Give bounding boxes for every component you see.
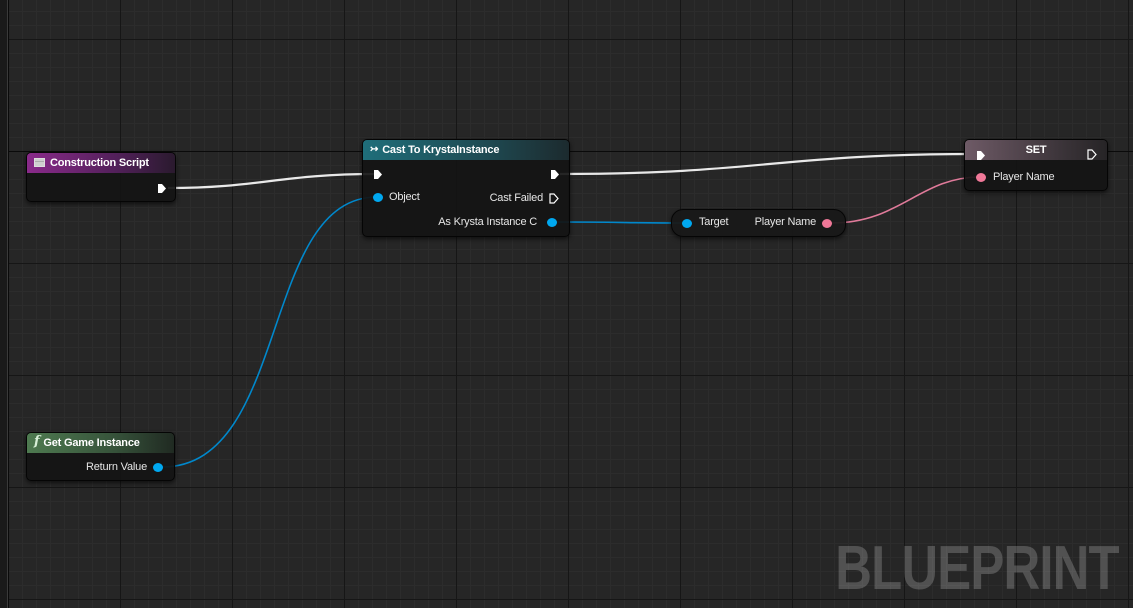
cast-exec-out-pin[interactable]	[550, 169, 560, 180]
set-exec-in-pin[interactable]	[976, 150, 986, 161]
blueprint-graph-canvas[interactable]	[0, 0, 1133, 608]
get-game-instance-header: f Get Game Instance	[27, 433, 174, 453]
cast-arrow-icon: ↣	[370, 144, 379, 156]
construction-script-node[interactable]: Construction Script	[26, 152, 176, 202]
set-title: SET	[1025, 144, 1047, 156]
cast-to-header: ↣ Cast To KrystaInstance	[363, 140, 569, 160]
get-game-instance-title: Get Game Instance	[43, 437, 140, 449]
target-pin[interactable]	[682, 219, 692, 228]
graph-origin-vertical-line	[8, 0, 9, 608]
set-player-name-label: Player Name	[993, 171, 1055, 183]
object-label: Object	[389, 191, 420, 203]
target-label: Target	[699, 216, 729, 228]
set-node[interactable]: SET Player Name	[964, 139, 1108, 191]
as-instance-pin[interactable]	[547, 218, 557, 227]
blueprint-watermark: BLUEPRINT	[835, 534, 1119, 603]
set-exec-out-pin[interactable]	[1087, 149, 1097, 160]
get-game-instance-node[interactable]: f Get Game Instance Return Value	[26, 432, 175, 481]
player-name-out-pin[interactable]	[822, 219, 832, 228]
as-instance-label: As Krysta Instance C	[438, 216, 537, 228]
construction-script-title: Construction Script	[50, 157, 149, 169]
object-pin[interactable]	[373, 193, 383, 202]
set-player-name-pin[interactable]	[976, 173, 986, 182]
cast-exec-in-pin[interactable]	[373, 169, 383, 180]
editor-left-frame	[0, 0, 8, 608]
player-name-out-label: Player Name	[754, 216, 817, 228]
cast-failed-label: Cast Failed	[489, 192, 544, 204]
exec-out-pin[interactable]	[157, 183, 167, 194]
return-value-label: Return Value	[86, 461, 147, 473]
event-icon	[34, 157, 45, 167]
cast-to-title: Cast To KrystaInstance	[382, 144, 500, 156]
player-name-getter-node[interactable]: Target Player Name	[671, 209, 846, 237]
set-header: SET	[965, 140, 1107, 160]
function-icon: f	[34, 434, 40, 450]
construction-script-header: Construction Script	[27, 153, 175, 173]
cast-failed-pin[interactable]	[549, 193, 559, 204]
cast-to-node[interactable]: ↣ Cast To KrystaInstance Object Cast Fail…	[362, 139, 570, 237]
return-value-pin[interactable]	[153, 463, 163, 472]
